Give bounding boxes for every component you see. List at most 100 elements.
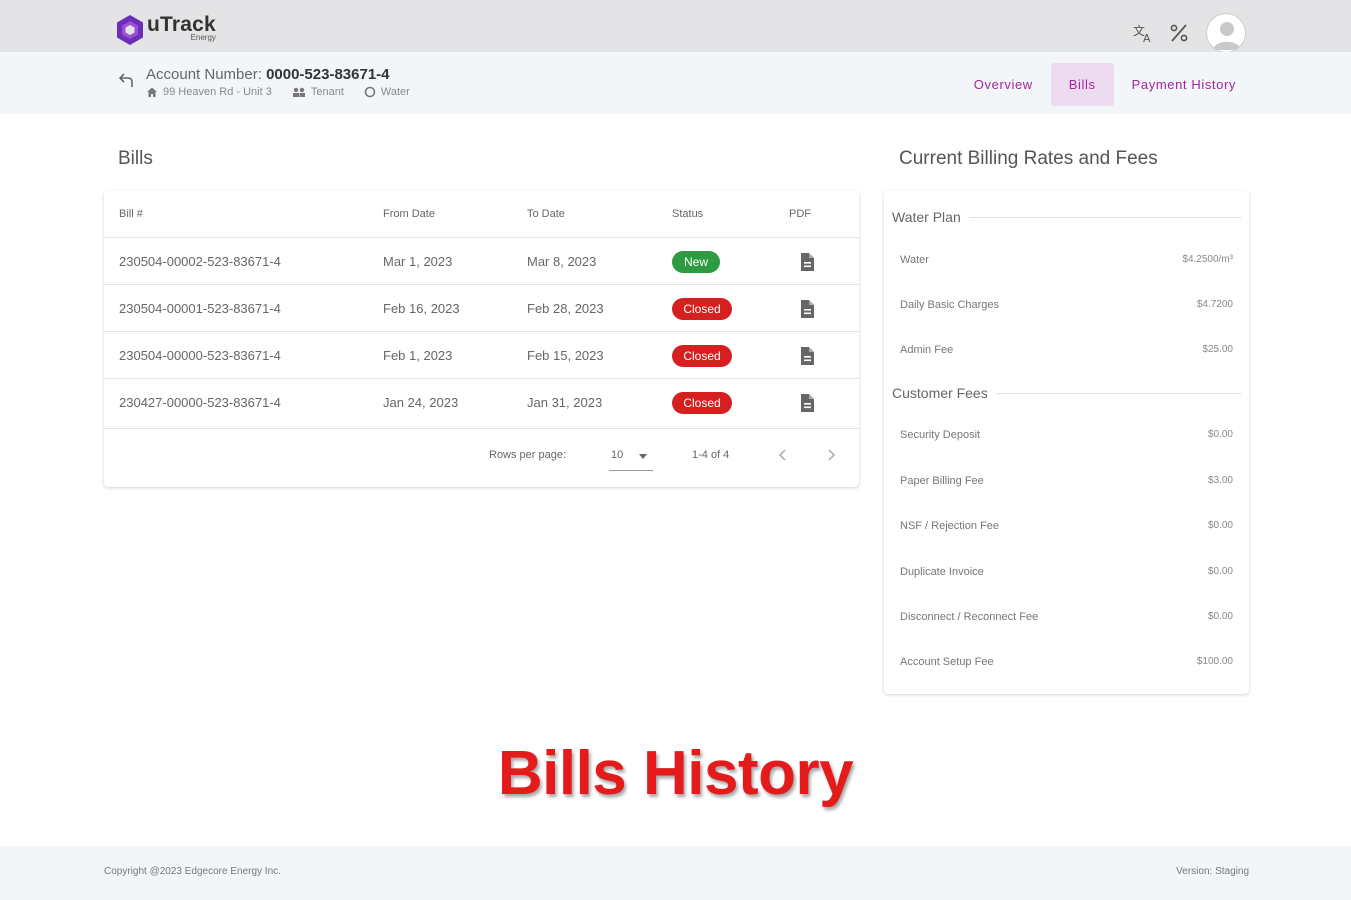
account-number-line: Account Number: 0000-523-83671-4 bbox=[146, 66, 390, 83]
account-number-label: Account Number: bbox=[146, 66, 262, 83]
water-plan-heading-text: Water Plan bbox=[892, 209, 961, 225]
fee-value: $0.00 bbox=[1207, 520, 1233, 531]
table-row[interactable]: 230504-00000-523-83671-4 Feb 1, 2023 Feb… bbox=[104, 331, 859, 378]
pdf-download-icon[interactable] bbox=[797, 393, 817, 413]
account-role: Tenant bbox=[292, 86, 344, 98]
pdf-download-icon[interactable] bbox=[797, 299, 817, 319]
water-plan-heading: Water Plan bbox=[892, 209, 1241, 225]
to-date: Mar 8, 2023 bbox=[527, 254, 597, 269]
from-date: Jan 24, 2023 bbox=[383, 395, 459, 410]
top-app-bar: uTrack Energy 文 A bbox=[0, 0, 1351, 53]
column-header-bill: Bill # bbox=[119, 208, 143, 220]
rates-title: Current Billing Rates and Fees bbox=[899, 148, 1158, 169]
bill-number: 230427-00000-523-83671-4 bbox=[119, 395, 281, 410]
water-drop-icon bbox=[364, 86, 376, 98]
account-utility: Water bbox=[364, 86, 410, 98]
fee-row-duplicate-invoice: Duplicate Invoice $0.00 bbox=[900, 566, 1233, 578]
rate-value: $4.2500/m³ bbox=[1182, 254, 1233, 265]
page-range: 1-4 of 4 bbox=[692, 449, 730, 461]
column-header-pdf: PDF bbox=[789, 208, 811, 220]
fee-row-nsf-rejection: NSF / Rejection Fee $0.00 bbox=[900, 520, 1233, 532]
fee-label: Security Deposit bbox=[900, 429, 981, 441]
utility-text: Water bbox=[380, 86, 410, 98]
fee-label: Paper Billing Fee bbox=[900, 475, 984, 487]
back-arrow-icon[interactable] bbox=[116, 70, 136, 90]
fee-value: $0.00 bbox=[1207, 566, 1233, 577]
fee-row-account-setup: Account Setup Fee $100.00 bbox=[900, 656, 1233, 668]
table-pagination: Rows per page: 10 1-4 of 4 bbox=[104, 428, 859, 487]
account-avatar[interactable] bbox=[1206, 13, 1246, 53]
column-header-to-date: To Date bbox=[527, 208, 565, 220]
logo-text: uTrack bbox=[147, 13, 216, 36]
to-date: Feb 28, 2023 bbox=[527, 301, 604, 316]
status-badge: Closed bbox=[672, 345, 732, 367]
status-badge: Closed bbox=[672, 298, 732, 320]
page-footer: Copyright @2023 Edgecore Energy Inc. Ver… bbox=[0, 846, 1351, 900]
tab-bills[interactable]: Bills bbox=[1050, 63, 1114, 106]
home-icon bbox=[147, 87, 157, 97]
user-avatar-icon bbox=[1213, 22, 1241, 50]
tab-payment-history[interactable]: Payment History bbox=[1114, 63, 1254, 106]
percent-icon[interactable] bbox=[1166, 20, 1192, 46]
fee-value: $3.00 bbox=[1207, 475, 1233, 486]
previous-page-button[interactable] bbox=[771, 443, 795, 467]
bill-number: 230504-00001-523-83671-4 bbox=[119, 301, 281, 316]
fee-row-security-deposit: Security Deposit $0.00 bbox=[900, 429, 1233, 441]
column-header-from-date: From Date bbox=[383, 208, 435, 220]
role-text: Tenant bbox=[310, 86, 344, 98]
rate-row-daily-basic: Daily Basic Charges $4.7200 bbox=[900, 299, 1233, 311]
pdf-download-icon[interactable] bbox=[797, 252, 817, 272]
account-number: 0000-523-83671-4 bbox=[266, 66, 390, 83]
fee-row-paper-billing: Paper Billing Fee $3.00 bbox=[900, 475, 1233, 487]
bills-table: Bill # From Date To Date Status PDF 2305… bbox=[104, 191, 859, 487]
rate-value: $4.7200 bbox=[1196, 299, 1233, 310]
translate-icon[interactable]: 文 A bbox=[1130, 20, 1156, 46]
bill-number: 230504-00000-523-83671-4 bbox=[119, 348, 281, 363]
table-row[interactable]: 230427-00000-523-83671-4 Jan 24, 2023 Ja… bbox=[104, 378, 859, 425]
next-page-button[interactable] bbox=[819, 443, 843, 467]
rows-per-page-value: 10 bbox=[611, 449, 624, 461]
bill-number: 230504-00002-523-83671-4 bbox=[119, 254, 281, 269]
pdf-download-icon[interactable] bbox=[797, 346, 817, 366]
fee-value: $0.00 bbox=[1207, 611, 1233, 622]
table-row[interactable]: 230504-00002-523-83671-4 Mar 1, 2023 Mar… bbox=[104, 237, 859, 284]
fee-label: Disconnect / Reconnect Fee bbox=[900, 611, 1039, 623]
status-badge: New bbox=[672, 251, 720, 273]
rows-per-page-select[interactable]: 10 bbox=[609, 443, 653, 471]
account-subheader: Account Number: 0000-523-83671-4 99 Heav… bbox=[0, 52, 1351, 114]
status-badge: Closed bbox=[672, 392, 732, 414]
account-address: 99 Heaven Rd - Unit 3 bbox=[146, 86, 272, 98]
svg-text:A: A bbox=[1143, 32, 1151, 44]
rate-value: $25.00 bbox=[1202, 344, 1233, 355]
version-text: Version: Staging bbox=[1176, 866, 1249, 877]
rate-label: Water bbox=[900, 254, 929, 266]
caret-down-icon bbox=[639, 454, 647, 459]
logo-hexagon-icon bbox=[117, 15, 143, 45]
fee-label: Duplicate Invoice bbox=[900, 566, 984, 578]
from-date: Feb 16, 2023 bbox=[383, 301, 460, 316]
rate-label: Admin Fee bbox=[900, 344, 954, 356]
utrack-logo[interactable]: uTrack Energy bbox=[115, 14, 216, 46]
rows-per-page-label: Rows per page: bbox=[489, 449, 567, 461]
people-icon bbox=[292, 87, 305, 97]
rate-label: Daily Basic Charges bbox=[900, 299, 1000, 311]
rate-row-water: Water $4.2500/m³ bbox=[900, 254, 1233, 266]
fee-label: NSF / Rejection Fee bbox=[900, 520, 1000, 532]
bills-title: Bills bbox=[118, 148, 153, 169]
fee-row-disconnect-reconnect: Disconnect / Reconnect Fee $0.00 bbox=[900, 611, 1233, 623]
address-text: 99 Heaven Rd - Unit 3 bbox=[163, 86, 272, 98]
account-tabs: Overview Bills Payment History bbox=[956, 63, 1254, 106]
table-row[interactable]: 230504-00001-523-83671-4 Feb 16, 2023 Fe… bbox=[104, 284, 859, 331]
chevron-right-icon bbox=[828, 449, 836, 461]
customer-fees-heading: Customer Fees bbox=[892, 385, 1241, 401]
chevron-left-icon bbox=[778, 449, 786, 461]
fee-label: Account Setup Fee bbox=[900, 656, 994, 668]
from-date: Mar 1, 2023 bbox=[383, 254, 453, 269]
fee-value: $0.00 bbox=[1207, 429, 1233, 440]
bills-history-caption: Bills History bbox=[497, 739, 854, 808]
column-header-status: Status bbox=[672, 208, 704, 220]
to-date: Jan 31, 2023 bbox=[527, 395, 603, 410]
to-date: Feb 15, 2023 bbox=[527, 348, 604, 363]
copyright-text: Copyright @2023 Edgecore Energy Inc. bbox=[104, 866, 281, 877]
tab-overview[interactable]: Overview bbox=[956, 63, 1051, 106]
